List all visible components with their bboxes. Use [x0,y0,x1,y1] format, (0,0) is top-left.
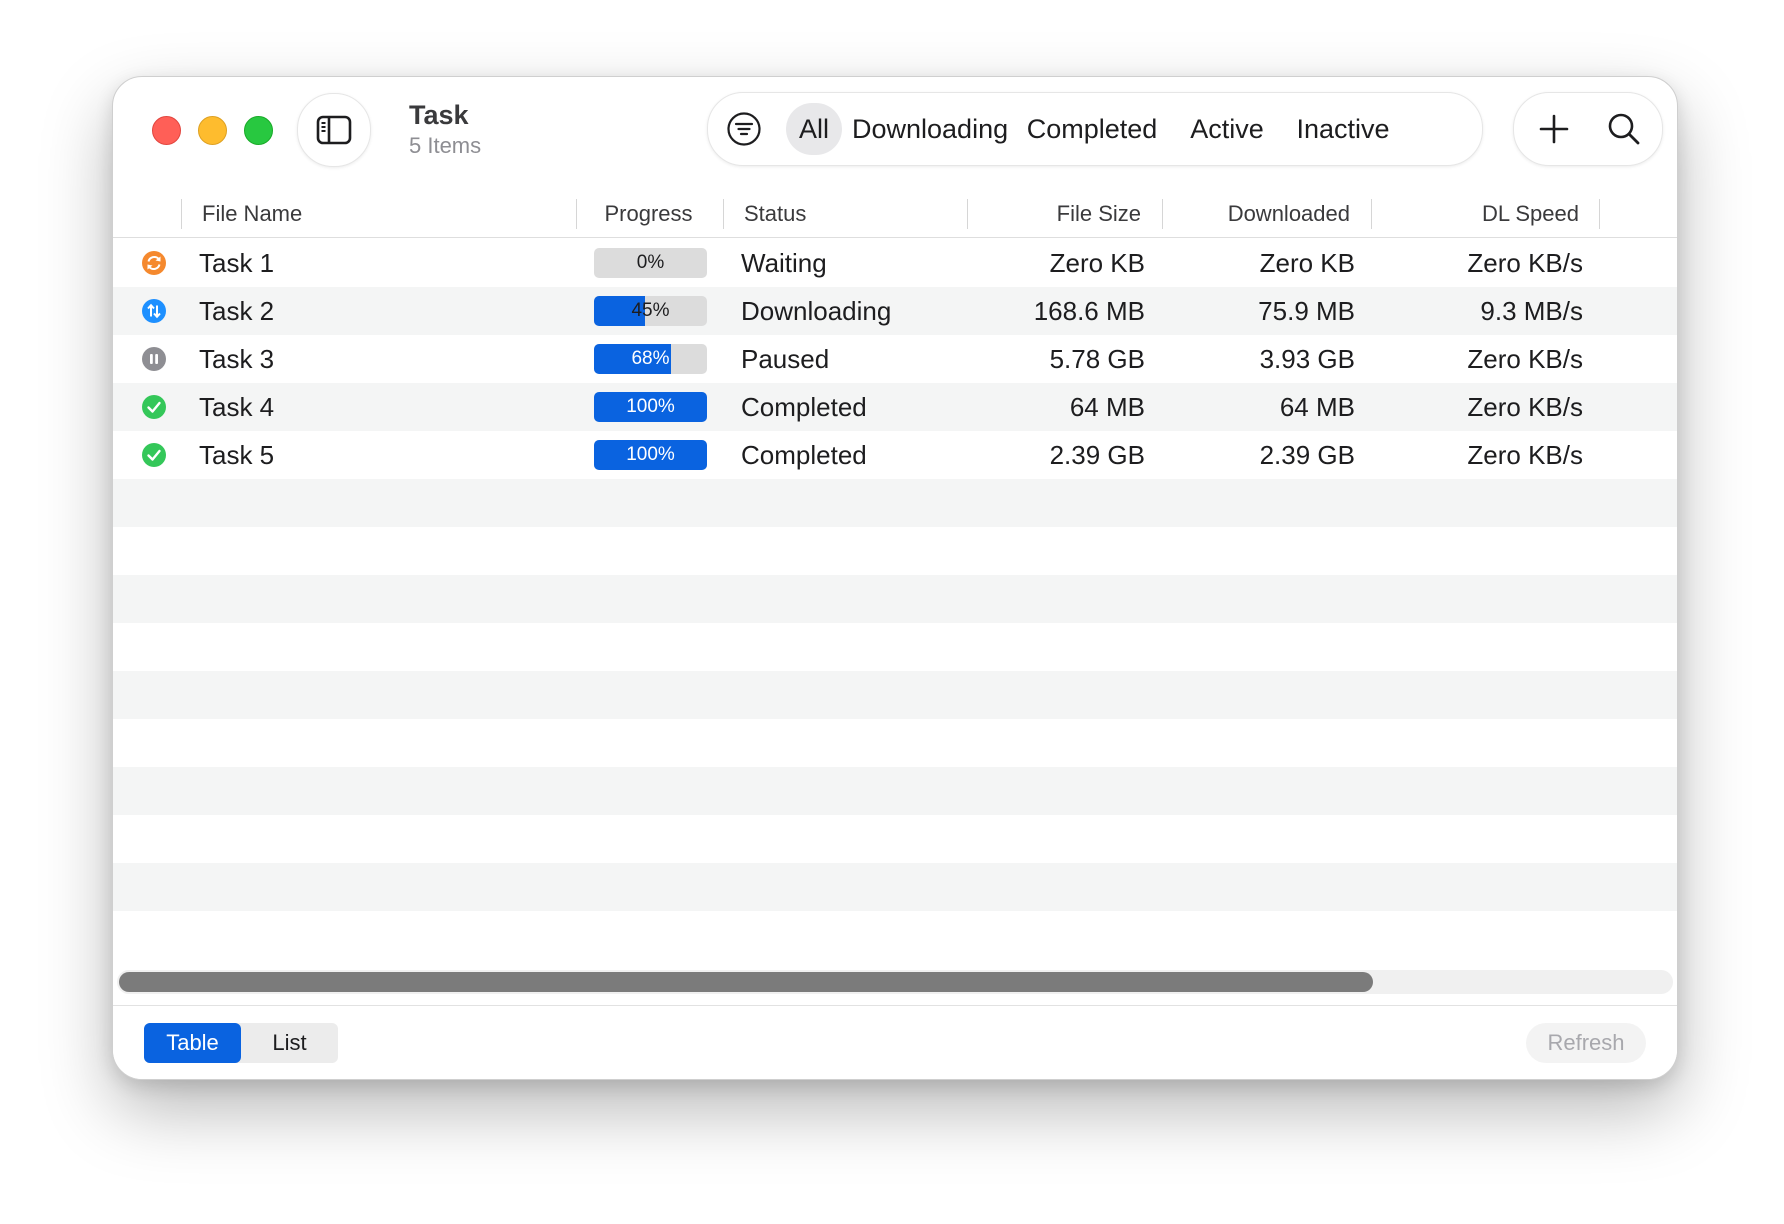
scrollbar-thumb[interactable] [119,972,1373,992]
filter-icon[interactable] [726,111,762,147]
download-speed: Zero KB/s [1467,392,1583,422]
sidebar-toggle-button[interactable] [297,93,371,167]
empty-row [113,623,1677,671]
horizontal-scrollbar[interactable] [117,970,1673,994]
completed-icon [142,395,166,419]
download-speed: Zero KB/s [1467,440,1583,470]
column-header-progress[interactable]: Progress [596,197,701,231]
column-header-dl-speed[interactable]: DL Speed [1393,197,1579,231]
table-row[interactable]: Task 2 45% Downloading 168.6 MB 75.9 MB … [113,287,1677,335]
empty-row [113,479,1677,527]
filter-segment-inactive[interactable]: Inactive [1290,103,1396,155]
downloaded-size: 3.93 GB [1259,344,1355,374]
plus-icon [1539,114,1569,144]
filter-segment-active[interactable]: Active [1182,103,1272,155]
empty-row [113,671,1677,719]
filter-segment-completed[interactable]: Completed [1020,103,1164,155]
status-text: Waiting [741,248,827,278]
progress-label: 68% [631,348,670,369]
file-name: Task 3 [199,344,275,374]
status-text: Paused [741,344,830,374]
sidebar-icon [316,115,352,145]
column-header-file-name[interactable]: File Name [202,197,302,231]
column-separator[interactable] [181,199,182,229]
refresh-button[interactable]: Refresh [1526,1023,1646,1063]
progress-bar: 45% [594,296,707,326]
column-separator[interactable] [967,199,968,229]
status-text: Completed [741,440,867,470]
toolbar-actions [1513,92,1663,166]
title-block: Task 5 Items [409,99,481,160]
empty-row [113,767,1677,815]
empty-row [113,863,1677,911]
column-header-downloaded[interactable]: Downloaded [1175,197,1350,231]
empty-row [113,911,1677,959]
empty-row [113,719,1677,767]
view-mode-list[interactable]: List [241,1023,338,1063]
file-size: 64 MB [1069,392,1145,422]
downloading-icon [142,299,166,323]
progress-bar: 100% [594,440,707,470]
empty-row [113,527,1677,575]
filter-segment-all[interactable]: All [786,103,842,155]
download-speed: 9.3 MB/s [1480,296,1583,326]
minimize-window-button[interactable] [198,116,227,145]
view-mode-control: Table List [144,1023,338,1063]
file-name: Task 4 [199,392,275,422]
item-count: 5 Items [409,133,482,158]
table-row[interactable]: Task 5 100% Completed 2.39 GB 2.39 GB Ze… [113,431,1677,479]
downloaded-size: 2.39 GB [1259,440,1355,470]
filter-segment-downloading[interactable]: Downloading [852,103,1008,155]
table-row[interactable]: Task 3 68% Paused 5.78 GB 3.93 GB Zero K… [113,335,1677,383]
waiting-icon [142,251,166,275]
filter-bar: All Downloading Completed Active Inactiv… [707,92,1483,166]
paused-icon [142,347,166,371]
bottom-bar: Table List Refresh [113,1005,1677,1079]
column-separator[interactable] [723,199,724,229]
view-mode-table[interactable]: Table [144,1023,241,1063]
progress-bar: 0% [594,248,707,278]
downloaded-size: 64 MB [1279,392,1355,422]
file-name: Task 5 [199,440,275,470]
search-icon [1608,113,1640,145]
close-window-button[interactable] [152,116,181,145]
file-name: Task 2 [199,296,275,326]
progress-label: 100% [626,444,675,465]
file-size: Zero KB [1049,248,1145,278]
column-header-status[interactable]: Status [744,197,806,231]
completed-icon [142,443,166,467]
status-text: Completed [741,392,867,422]
status-text: Downloading [741,296,892,326]
file-size: 2.39 GB [1049,440,1145,470]
column-separator[interactable] [576,199,577,229]
download-speed: Zero KB/s [1467,248,1583,278]
maximize-window-button[interactable] [244,116,273,145]
window-title: Task [409,100,469,130]
empty-row [113,815,1677,863]
column-header-file-size[interactable]: File Size [983,197,1141,231]
app-window: Task 5 Items All Downloading Completed A… [112,76,1678,1080]
column-separator[interactable] [1371,199,1372,229]
search-button[interactable] [1602,107,1646,151]
file-size: 168.6 MB [1033,296,1145,326]
column-separator[interactable] [1162,199,1163,229]
file-size: 5.78 GB [1049,344,1145,374]
file-name: Task 1 [199,248,275,278]
progress-bar: 100% [594,392,707,422]
download-speed: Zero KB/s [1467,344,1583,374]
title-bar: Task 5 Items All Downloading Completed A… [113,77,1677,177]
progress-label: 100% [626,396,675,417]
column-separator[interactable] [1599,199,1600,229]
downloaded-size: 75.9 MB [1258,296,1355,326]
table-header: File Name Progress Status File Size Down… [113,191,1677,238]
empty-row [113,575,1677,623]
progress-bar: 68% [594,344,707,374]
table-row[interactable]: Task 1 0% Waiting Zero KB Zero KB Zero K… [113,239,1677,287]
progress-label: 0% [636,252,665,273]
table-row[interactable]: Task 4 100% Completed 64 MB 64 MB Zero K… [113,383,1677,431]
add-task-button[interactable] [1532,107,1576,151]
downloaded-size: Zero KB [1259,248,1355,278]
progress-label: 45% [631,300,670,321]
